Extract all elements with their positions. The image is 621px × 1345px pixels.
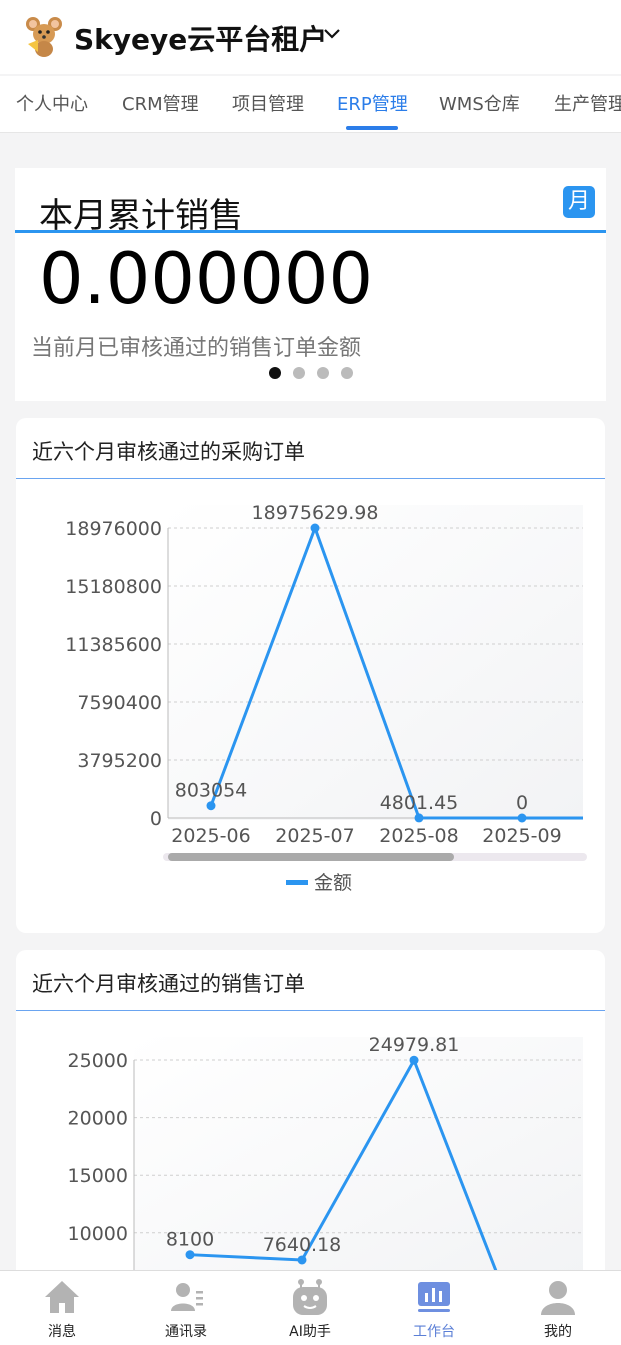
- data-point[interactable]: [206, 801, 216, 811]
- tab-production[interactable]: 生产管理: [554, 90, 621, 116]
- x-tick-label: 2025-07: [275, 825, 354, 847]
- data-label: 803054: [175, 780, 248, 802]
- data-point[interactable]: [310, 523, 320, 533]
- y-tick-label: 3795200: [77, 750, 162, 772]
- module-tabs: 个人中心 CRM管理 项目管理 ERP管理 WMS仓库 生产管理: [0, 76, 621, 133]
- bottom-tab-bar: 消息 通讯录 AI助手 工作台 我的: [0, 1270, 621, 1345]
- data-label: 24979.81: [369, 1034, 460, 1056]
- carousel-dot[interactable]: [293, 367, 305, 379]
- y-tick-label: 7590400: [77, 692, 162, 714]
- data-point[interactable]: [409, 1055, 419, 1065]
- x-tick-label: 2025-09: [482, 825, 561, 847]
- user-icon: [541, 1281, 575, 1315]
- y-tick-label: 25000: [68, 1050, 128, 1072]
- contacts-icon: [171, 1283, 203, 1311]
- robot-icon: [293, 1279, 327, 1315]
- y-tick-label: 15180800: [65, 576, 162, 598]
- tabbar-label: 消息: [48, 1324, 76, 1340]
- x-tick-label: 2025-08: [379, 825, 458, 847]
- month-badge: 月: [563, 186, 595, 218]
- tabbar-label: 通讯录: [165, 1324, 207, 1340]
- data-label: 8100: [166, 1229, 214, 1251]
- card-description: 当前月已审核通过的销售订单金额: [31, 336, 362, 361]
- sales-line-chart[interactable]: 10000 15000 20000 25000 8100 7640.18 24979.81: [16, 1011, 605, 1280]
- data-point[interactable]: [185, 1250, 195, 1260]
- data-label: 4801.45: [380, 792, 459, 814]
- tab-crm[interactable]: CRM管理: [122, 90, 199, 116]
- data-label: 18975629.98: [252, 502, 379, 524]
- y-tick-label: 20000: [68, 1108, 128, 1130]
- purchase-line-chart[interactable]: 037952007590400113856001518080018976000 …: [16, 479, 605, 933]
- data-label: 0: [516, 792, 528, 814]
- tabbar-item-ai-assistant[interactable]: AI助手: [248, 1271, 372, 1345]
- carousel-dot[interactable]: [269, 367, 281, 379]
- y-tick-label: 10000: [68, 1223, 128, 1245]
- data-point[interactable]: [517, 813, 527, 823]
- home-icon: [45, 1281, 79, 1313]
- tenant-name[interactable]: Skyeye云平台租户: [74, 18, 327, 58]
- carousel-dot[interactable]: [341, 367, 353, 379]
- purchase-orders-card: 近六个月审核通过的采购订单 0 3795200 7590400 11385600 151…: [16, 418, 605, 933]
- tab-wms[interactable]: WMS仓库: [439, 90, 520, 116]
- sales-value: 0.000000: [39, 238, 374, 320]
- tab-erp[interactable]: ERP管理: [337, 90, 408, 116]
- app-header: Skyeye云平台租户: [0, 0, 621, 74]
- mouse-logo-icon: [26, 17, 62, 57]
- legend-swatch: [286, 880, 308, 885]
- tabbar-label: 工作台: [413, 1324, 455, 1340]
- chart-title: 近六个月审核通过的采购订单: [32, 440, 305, 464]
- plot-area: [168, 505, 583, 820]
- y-tick-label: 0: [150, 808, 162, 830]
- tab-personal-center[interactable]: 个人中心: [16, 90, 88, 116]
- y-tick-label: 15000: [68, 1165, 128, 1187]
- active-tab-indicator: [346, 126, 398, 130]
- scroll-thumb[interactable]: [168, 853, 454, 861]
- sales-orders-card: 近六个月审核通过的销售订单 10000 15000 20000 25000 8100 7…: [16, 950, 605, 1280]
- tabbar-item-contacts[interactable]: 通讯录: [124, 1271, 248, 1345]
- tab-project[interactable]: 项目管理: [232, 90, 304, 116]
- tabbar-label: AI助手: [289, 1324, 331, 1340]
- chevron-down-icon[interactable]: [322, 26, 342, 42]
- data-point[interactable]: [414, 813, 424, 823]
- y-tick-label: 18976000: [65, 518, 162, 540]
- legend-label: 金额: [314, 872, 352, 894]
- tabbar-item-messages[interactable]: 消息: [0, 1271, 124, 1345]
- x-tick-label: 2025-06: [171, 825, 250, 847]
- carousel-dot[interactable]: [317, 367, 329, 379]
- tabbar-item-workbench[interactable]: 工作台: [372, 1271, 496, 1345]
- y-tick-label: 11385600: [65, 634, 162, 656]
- chart-title: 近六个月审核通过的销售订单: [32, 972, 305, 996]
- data-point[interactable]: [297, 1255, 307, 1265]
- data-label: 7640.18: [263, 1234, 342, 1256]
- monthly-sales-card[interactable]: 本月累计销售 月 0.000000 当前月已审核通过的销售订单金额: [15, 168, 606, 401]
- tabbar-item-me[interactable]: 我的: [496, 1271, 620, 1345]
- workbench-icon: [418, 1282, 450, 1312]
- card-divider: [15, 230, 606, 233]
- tabbar-label: 我的: [544, 1324, 572, 1340]
